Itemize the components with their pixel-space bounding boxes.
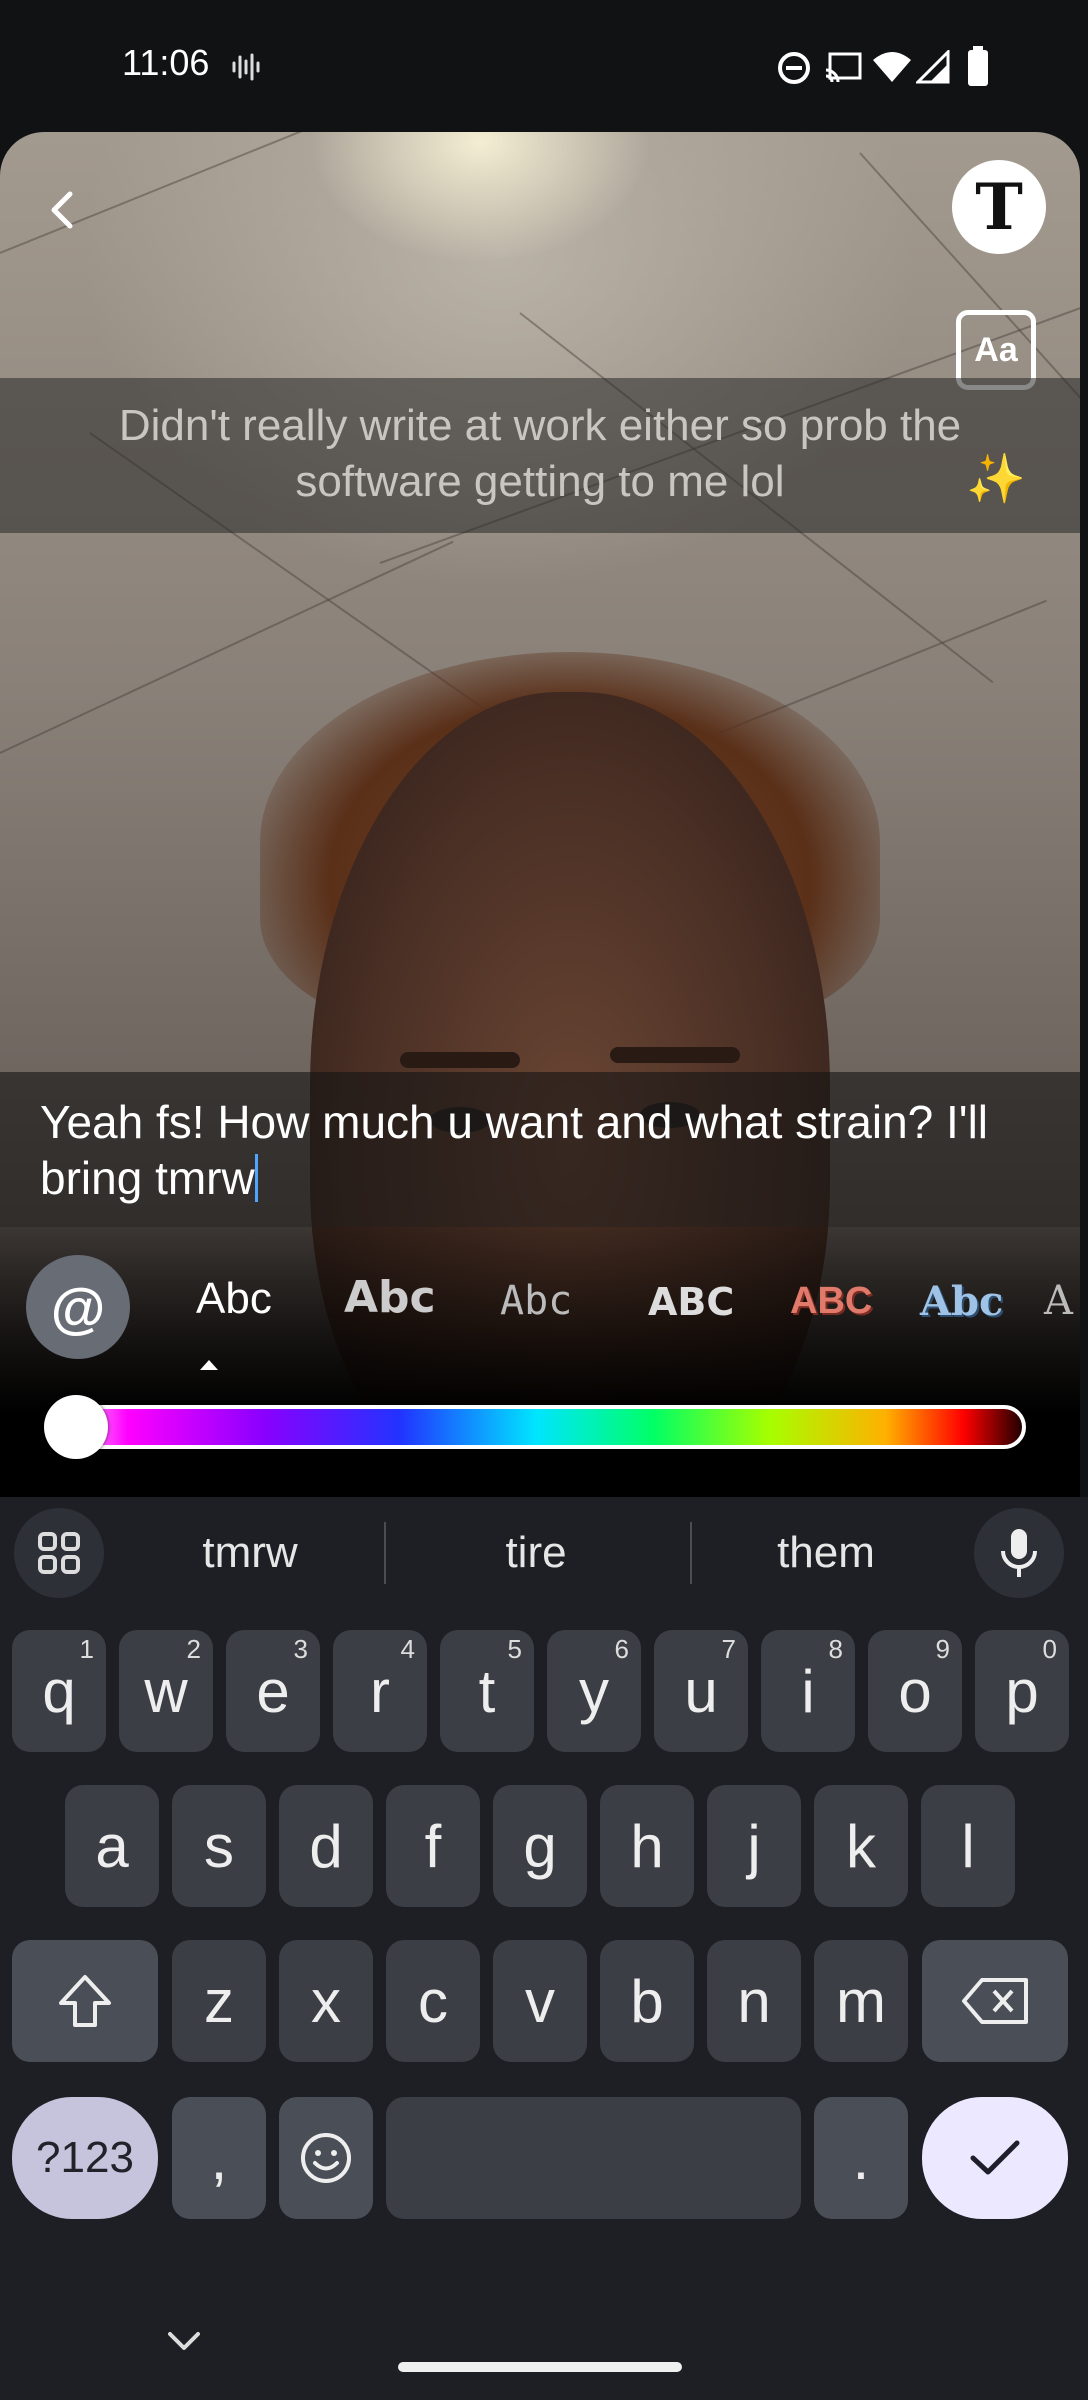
key-g[interactable]: g — [493, 1785, 587, 1907]
key-y[interactable]: y6 — [547, 1630, 641, 1752]
microphone-icon — [1001, 1529, 1037, 1577]
do-not-disturb-icon — [778, 52, 810, 84]
suggestion-2[interactable]: tire — [436, 1528, 636, 1578]
key-s[interactable]: s — [172, 1785, 266, 1907]
key-i[interactable]: i8 — [761, 1630, 855, 1752]
font-option-caps[interactable]: ABC — [648, 1280, 734, 1324]
font-option-more[interactable]: A — [1044, 1278, 1073, 1324]
backspace-key[interactable] — [922, 1940, 1068, 2062]
shift-icon — [59, 1975, 111, 2027]
font-style-strip — [0, 1227, 1080, 1497]
text-input-value: Yeah fs! How much u want and what strain… — [40, 1096, 989, 1204]
key-q[interactable]: q1 — [12, 1630, 106, 1752]
emoji-icon — [301, 2133, 351, 2183]
comma-key[interactable]: , — [172, 2097, 266, 2219]
done-key[interactable] — [922, 2097, 1068, 2219]
font-option-retro[interactable]: ABC — [790, 1280, 872, 1323]
key-r[interactable]: r4 — [333, 1630, 427, 1752]
voice-wave-icon — [232, 53, 260, 81]
voice-input-button[interactable] — [974, 1508, 1064, 1598]
space-key[interactable] — [386, 2097, 801, 2219]
text-tool-label: T — [975, 169, 1023, 245]
keyboard-menu-button[interactable] — [14, 1508, 104, 1598]
font-option-bold[interactable]: Abc — [344, 1272, 436, 1323]
key-e[interactable]: e3 — [226, 1630, 320, 1752]
key-c[interactable]: c — [386, 1940, 480, 2062]
sparkle-emoji: ✨ — [966, 453, 1026, 506]
period-key[interactable]: . — [814, 2097, 908, 2219]
key-l[interactable]: l — [921, 1785, 1015, 1907]
key-a[interactable]: a — [65, 1785, 159, 1907]
mention-button[interactable]: @ — [26, 1255, 130, 1359]
key-x[interactable]: x — [279, 1940, 373, 2062]
color-slider-thumb[interactable] — [44, 1395, 108, 1459]
status-bar: 11:06 — [0, 0, 1088, 132]
signal-icon — [916, 50, 950, 84]
shift-key[interactable] — [12, 1940, 158, 2062]
suggestion-1[interactable]: tmrw — [150, 1528, 350, 1578]
key-v[interactable]: v — [493, 1940, 587, 2062]
hide-keyboard-icon[interactable] — [166, 2330, 202, 2354]
battery-icon — [968, 46, 988, 86]
key-k[interactable]: k — [814, 1785, 908, 1907]
key-z[interactable]: z — [172, 1940, 266, 2062]
text-input[interactable]: Yeah fs! How much u want and what strain… — [40, 1094, 1050, 1206]
color-slider-track[interactable] — [46, 1405, 1026, 1449]
grid-icon — [38, 1532, 80, 1574]
wifi-icon — [873, 52, 911, 82]
key-t[interactable]: t5 — [440, 1630, 534, 1752]
key-m[interactable]: m — [814, 1940, 908, 2062]
font-option-classic[interactable]: Abc — [196, 1274, 272, 1324]
font-option-gothic[interactable]: Abc — [920, 1278, 1003, 1325]
emoji-key[interactable] — [279, 2097, 373, 2219]
back-icon[interactable] — [40, 186, 88, 234]
key-w[interactable]: w2 — [119, 1630, 213, 1752]
key-d[interactable]: d — [279, 1785, 373, 1907]
symbols-mode-key[interactable]: ?123 — [12, 2097, 158, 2219]
selected-font-indicator — [200, 1360, 218, 1370]
home-gesture-bar[interactable] — [398, 2362, 682, 2372]
suggestion-3[interactable]: them — [726, 1528, 926, 1578]
cast-icon — [825, 52, 862, 83]
key-b[interactable]: b — [600, 1940, 694, 2062]
text-cursor — [254, 1154, 258, 1202]
status-time: 11:06 — [122, 42, 210, 83]
key-f[interactable]: f — [386, 1785, 480, 1907]
backspace-icon — [962, 1978, 1028, 2024]
key-n[interactable]: n — [707, 1940, 801, 2062]
checkmark-icon — [970, 2140, 1020, 2175]
text-tool-button[interactable]: T — [952, 160, 1046, 254]
key-j[interactable]: j — [707, 1785, 801, 1907]
key-p[interactable]: p0 — [975, 1630, 1069, 1752]
font-option-typewriter[interactable]: Abc — [500, 1278, 572, 1324]
key-h[interactable]: h — [600, 1785, 694, 1907]
key-o[interactable]: o9 — [868, 1630, 962, 1752]
key-u[interactable]: u7 — [654, 1630, 748, 1752]
reply-context-text: Didn't really write at work either so pr… — [118, 401, 962, 506]
